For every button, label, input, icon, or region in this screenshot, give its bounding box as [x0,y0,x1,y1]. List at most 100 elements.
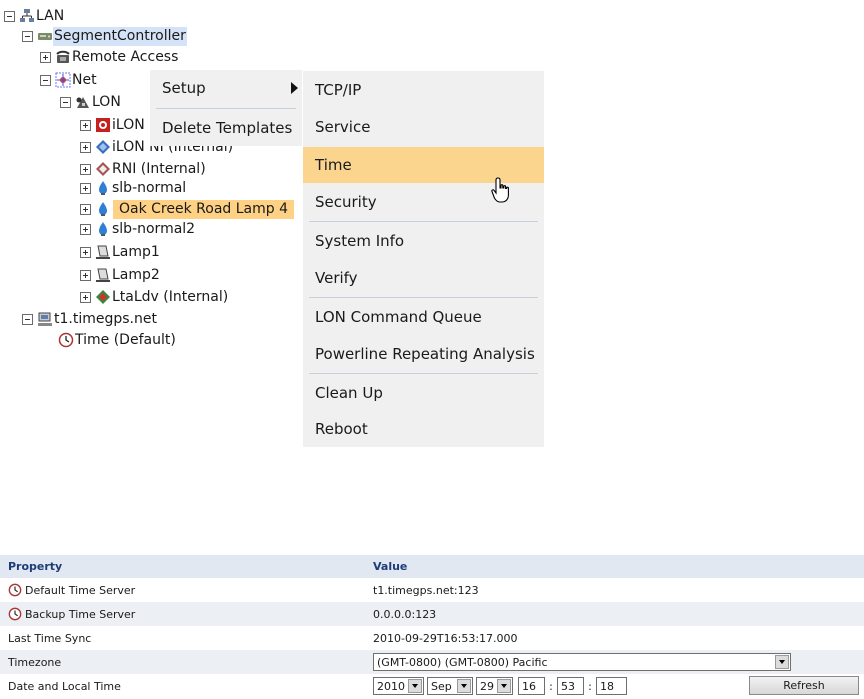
dropdown-arrow-icon[interactable] [497,679,511,693]
net-icon [55,72,71,88]
tree-label: slb-normal [112,179,187,196]
year-value: 2010 [377,679,405,693]
tree-node-oak-creek-road-lamp-4[interactable]: Oak Creek Road Lamp 4 [80,199,295,219]
menu-separator [309,373,538,374]
tree-node-slb-normal2[interactable]: slb-normal2 [80,219,196,239]
menu-item-setup[interactable]: Setup [150,70,302,106]
menu-item-lon-command-queue[interactable]: LON Command Queue [303,299,544,335]
dropdown-arrow-icon[interactable] [408,679,422,693]
clock-icon [8,583,22,597]
menu-item-label: Delete Templates [162,119,293,137]
lamp-icon [95,221,111,237]
date-time-cell: 2010 Sep 29 16 : 53 : 18 [373,677,627,695]
tree-label: Lamp1 [112,243,160,260]
hour-input[interactable]: 16 [518,677,545,695]
menu-item-label: Powerline Repeating Analysis [315,345,535,363]
day-select[interactable]: 29 [476,677,513,695]
tree-node-lan[interactable]: LAN [4,6,65,26]
second-input[interactable]: 18 [596,677,627,695]
tree-label: iLON [112,116,145,133]
expand-toggle[interactable] [80,269,91,281]
expand-toggle[interactable] [80,163,91,175]
timezone-select[interactable]: (GMT-0800) (GMT-0800) Pacific [373,653,791,671]
context-menu: Setup Delete Templates [150,70,302,146]
menu-item-label: TCP/IP [315,81,362,99]
tree-node-ilon[interactable]: iLON [80,115,146,135]
collapse-toggle[interactable] [4,10,15,22]
time-separator: : [588,679,592,693]
menu-item-reboot[interactable]: Reboot [303,411,544,447]
lon-channel-icon [75,94,91,110]
month-value: Sep [431,679,452,693]
expand-toggle[interactable] [80,203,91,215]
lamp-icon [95,201,111,217]
collapse-toggle[interactable] [40,74,51,86]
table-row: Timezone (GMT-0800) (GMT-0800) Pacific [0,650,864,674]
collapse-toggle[interactable] [22,313,33,325]
timezone-cell: (GMT-0800) (GMT-0800) Pacific [373,653,791,671]
menu-item-service[interactable]: Service [303,109,544,145]
expand-toggle[interactable] [80,223,91,235]
menu-item-label: Clean Up [315,384,383,402]
menu-item-label: Time [315,156,352,174]
menu-item-label: Security [315,193,377,211]
refresh-button[interactable]: Refresh [749,676,859,695]
clock-icon [8,607,22,621]
menu-item-powerline-repeating-analysis[interactable]: Powerline Repeating Analysis [303,336,544,372]
menu-item-label: Setup [162,79,206,97]
menu-item-label: System Info [315,232,405,250]
menu-item-system-info[interactable]: System Info [303,223,544,259]
menu-separator [156,108,296,109]
dropdown-arrow-icon[interactable] [775,655,789,669]
tree-label: Net [72,71,97,88]
property-cell: Backup Time Server [8,607,135,621]
tree-node-lamp1[interactable]: Lamp1 [80,242,161,262]
menu-separator [309,297,538,298]
tree-node-net[interactable]: Net [40,70,98,90]
property-label: Backup Time Server [25,607,136,621]
tree-node-rni[interactable]: RNI (Internal) [80,159,207,179]
menu-item-label: Verify [315,269,358,287]
property-label: Last Time Sync [8,631,92,645]
tree-node-ltaldv[interactable]: LtaLdv (Internal) [80,287,229,307]
menu-item-tcpip[interactable]: TCP/IP [303,72,544,108]
dropdown-arrow-icon[interactable] [457,679,471,693]
property-label: Date and Local Time [8,679,121,693]
tree-node-timegps[interactable]: t1.timegps.net [22,309,158,329]
menu-item-delete-templates[interactable]: Delete Templates [150,110,302,146]
tree-node-remote-access[interactable]: Remote Access [40,47,179,67]
tree-label: t1.timegps.net [54,310,157,327]
time-separator: : [549,679,553,693]
property-value: 0.0.0.0:123 [373,607,437,621]
month-select[interactable]: Sep [427,677,473,695]
tree-node-segment-controller[interactable]: SegmentController [22,26,187,46]
header-value: Value [373,560,408,573]
tree-label: Remote Access [72,48,179,65]
year-select[interactable]: 2010 [373,677,424,695]
menu-item-verify[interactable]: Verify [303,260,544,296]
property-label: Timezone [8,655,62,669]
table-row: Last Time Sync 2010-09-29T16:53:17.000 [0,626,864,650]
tree-node-lon[interactable]: LON [60,92,122,112]
expand-toggle[interactable] [80,182,91,194]
ilon-device-icon [95,117,111,133]
tree-node-lamp2[interactable]: Lamp2 [80,265,161,285]
expand-toggle[interactable] [80,246,91,258]
property-cell: Default Time Server [8,583,135,597]
tree-label: LAN [36,7,65,24]
tree-node-time-default[interactable]: Time (Default) [58,330,177,350]
expand-toggle[interactable] [80,291,91,303]
table-row: Date and Local Time 2010 Sep 29 16 : 53 … [0,674,864,698]
submenu-arrow-icon [291,82,298,94]
collapse-toggle[interactable] [22,30,33,42]
light-device-icon [95,267,111,283]
expand-toggle[interactable] [80,141,91,153]
controller-icon [37,28,53,44]
collapse-toggle[interactable] [60,96,71,108]
menu-item-clean-up[interactable]: Clean Up [303,375,544,411]
tree-node-slb-normal[interactable]: slb-normal [80,178,187,198]
minute-input[interactable]: 53 [557,677,584,695]
expand-toggle[interactable] [80,119,91,131]
expand-toggle[interactable] [40,51,51,63]
phone-icon [55,49,71,65]
